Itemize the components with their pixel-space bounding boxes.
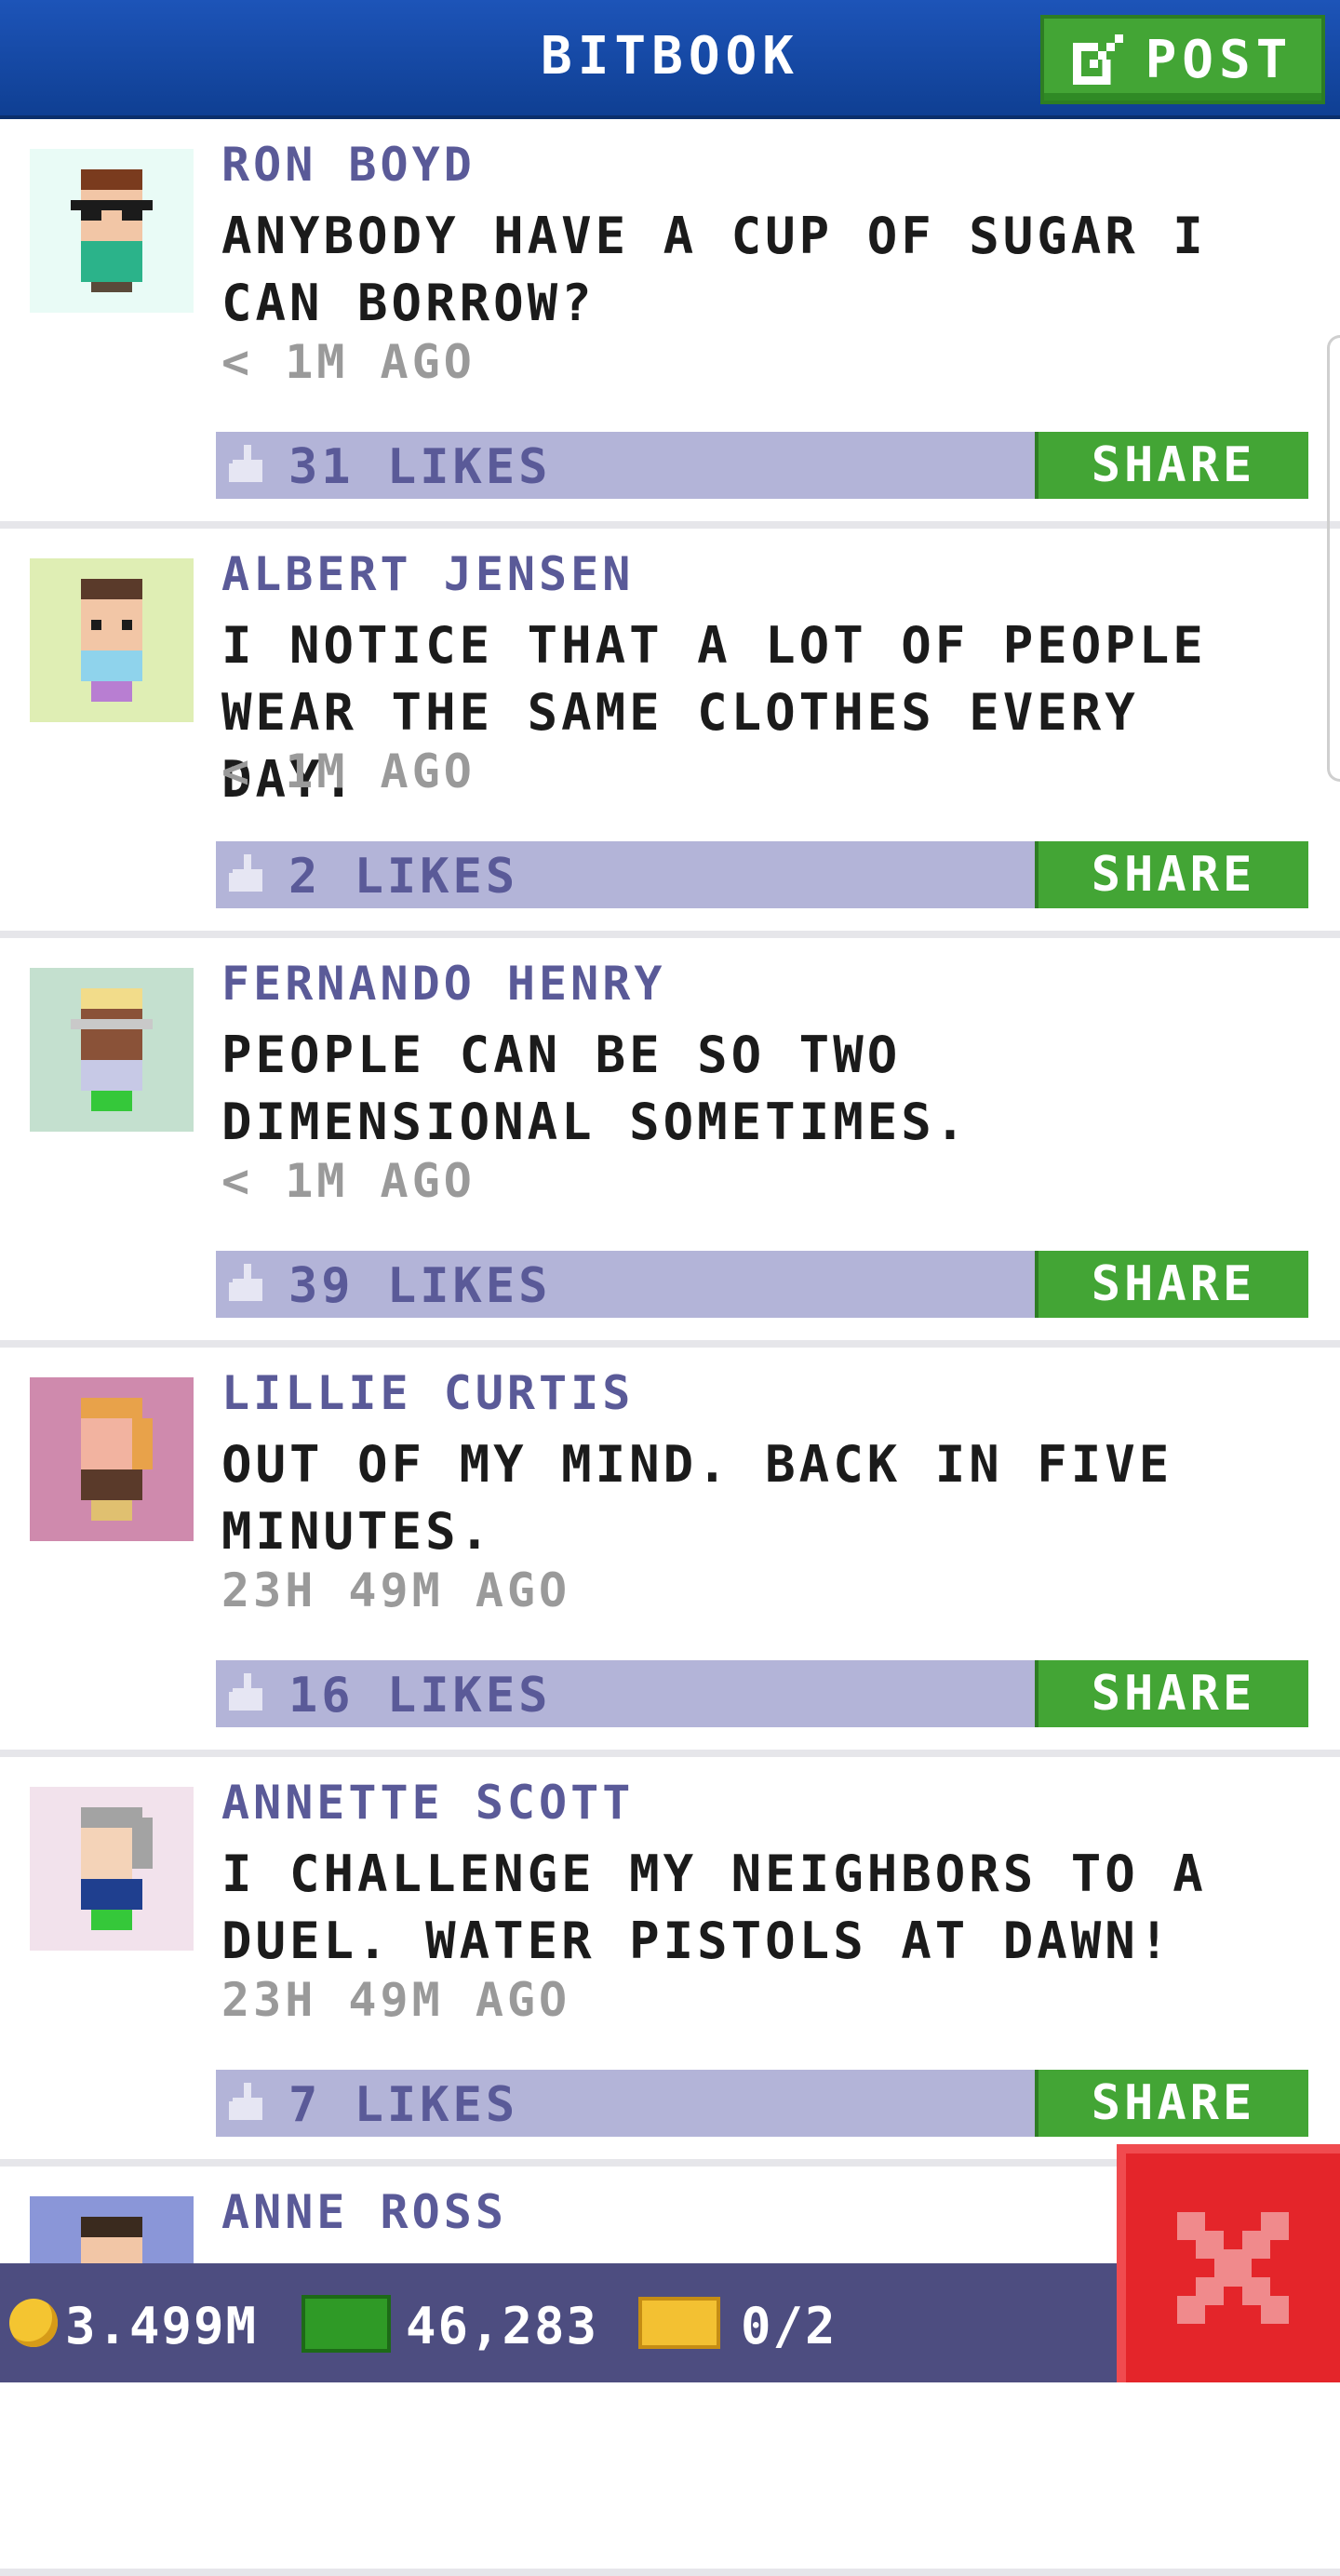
- coin-icon: [9, 2299, 58, 2347]
- post-author[interactable]: ALBERT JENSEN: [221, 547, 634, 601]
- coin-balance: 3.499M: [65, 2297, 259, 2355]
- thumbs-up-icon: [229, 854, 262, 892]
- post-message: ANYBODY HAVE A CUP OF SUGAR I CAN BORROW…: [221, 207, 1207, 332]
- avatar: [30, 1787, 194, 1951]
- like-count: 31 LIKES: [288, 439, 552, 495]
- post-timestamp: 23H 49M AGO: [221, 1973, 571, 2027]
- share-button[interactable]: SHARE: [1035, 841, 1308, 908]
- top-bar: BITBOOK POST: [0, 0, 1340, 119]
- close-icon: [1177, 2212, 1289, 2324]
- avatar: [30, 968, 194, 1132]
- ticket-icon: [638, 2297, 720, 2349]
- post-author[interactable]: ANNETTE SCOTT: [221, 1776, 634, 1830]
- post-message: PEOPLE CAN BE SO TWO DIMENSIONAL SOMETIM…: [221, 1026, 970, 1151]
- post-message: OUT OF MY MIND. BACK IN FIVE MINUTES.: [221, 1435, 1173, 1561]
- post-author[interactable]: ANNE ROSS: [221, 2185, 507, 2239]
- feed-post: RON BOYD ANYBODY HAVE A CUP OF SUGAR I C…: [0, 119, 1340, 529]
- post-message: I CHALLENGE MY NEIGHBORS TO A DUEL. WATE…: [221, 1845, 1207, 1970]
- thumbs-up-icon: [229, 2083, 262, 2120]
- close-button[interactable]: [1117, 2144, 1340, 2382]
- scroll-indicator[interactable]: [1327, 335, 1340, 782]
- like-count: 16 LIKES: [288, 1668, 552, 1724]
- share-button[interactable]: SHARE: [1035, 2070, 1308, 2137]
- feed-post: ALBERT JENSEN I NOTICE THAT A LOT OF PEO…: [0, 529, 1340, 938]
- thumbs-up-icon: [229, 1264, 262, 1301]
- post-author[interactable]: FERNANDO HENRY: [221, 957, 665, 1011]
- post-timestamp: < 1M AGO: [221, 1154, 476, 1208]
- avatar: [30, 1377, 194, 1541]
- share-button[interactable]: SHARE: [1035, 432, 1308, 499]
- like-bar[interactable]: 2 LIKES SHARE: [216, 841, 1308, 908]
- like-bar[interactable]: 31 LIKES SHARE: [216, 432, 1308, 499]
- like-count: 7 LIKES: [288, 2077, 519, 2133]
- bux-balance: 46,283: [406, 2297, 599, 2355]
- thumbs-up-icon: [229, 445, 262, 482]
- thumbs-up-icon: [229, 1673, 262, 1711]
- post-timestamp: < 1M AGO: [221, 745, 476, 798]
- feed-post: ANNETTE SCOTT I CHALLENGE MY NEIGHBORS T…: [0, 1757, 1340, 2167]
- like-count: 2 LIKES: [288, 849, 519, 905]
- feed-post: LILLIE CURTIS OUT OF MY MIND. BACK IN FI…: [0, 1348, 1340, 1757]
- post-author[interactable]: LILLIE CURTIS: [221, 1366, 634, 1420]
- compose-icon: [1072, 34, 1123, 85]
- post-label: POST: [1145, 29, 1293, 90]
- like-bar[interactable]: 39 LIKES SHARE: [216, 1251, 1308, 1318]
- like-count: 39 LIKES: [288, 1258, 552, 1314]
- post-author[interactable]: RON BOYD: [221, 138, 476, 192]
- avatar: [30, 149, 194, 313]
- bux-icon: [302, 2295, 391, 2353]
- feed-post: FERNANDO HENRY PEOPLE CAN BE SO TWO DIME…: [0, 938, 1340, 1348]
- post-timestamp: < 1M AGO: [221, 335, 476, 389]
- post-timestamp: 23H 49M AGO: [221, 1563, 571, 1617]
- like-bar[interactable]: 7 LIKES SHARE: [216, 2070, 1308, 2137]
- ticket-count: 0/2: [741, 2297, 838, 2355]
- share-button[interactable]: SHARE: [1035, 1251, 1308, 1318]
- post-button[interactable]: POST: [1040, 15, 1325, 104]
- share-button[interactable]: SHARE: [1035, 1660, 1308, 1727]
- like-bar[interactable]: 16 LIKES SHARE: [216, 1660, 1308, 1727]
- avatar: [30, 558, 194, 722]
